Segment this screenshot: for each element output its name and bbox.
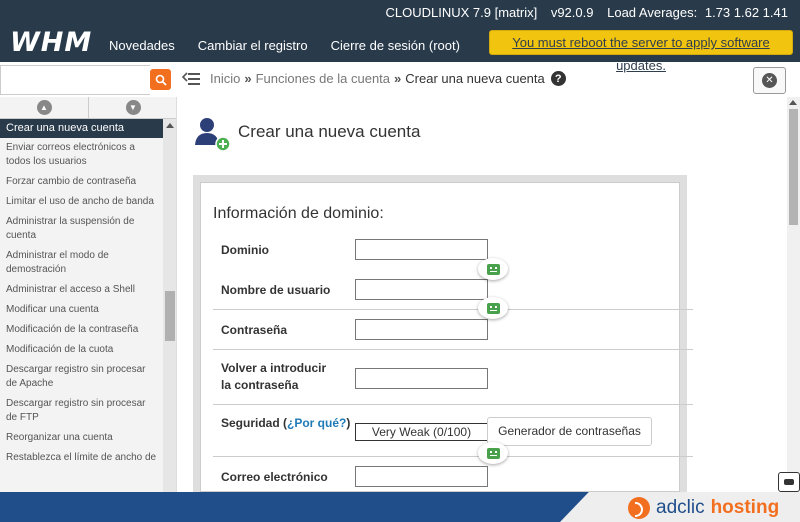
username-input[interactable] xyxy=(355,279,488,300)
label-domain: Dominio xyxy=(221,243,269,257)
row-domain: Dominio xyxy=(213,230,693,270)
sidebar-item-create-account[interactable]: Crear una nueva cuenta xyxy=(0,119,163,138)
autofill-badge[interactable] xyxy=(478,442,508,464)
sidebar-item-reset-bandwidth[interactable]: Restablezca el límite de ancho de xyxy=(0,448,163,468)
scroll-up-arrow-icon xyxy=(166,123,174,128)
top-bar: CLOUDLINUX 7.9 [matrix] v92.0.9 Load Ave… xyxy=(0,0,800,73)
help-icon[interactable]: ? xyxy=(550,71,566,86)
load-values: 1.73 1.62 1.41 xyxy=(704,5,788,20)
keeper-icon xyxy=(486,447,500,459)
chat-icon[interactable] xyxy=(778,472,800,492)
main-scrollbar[interactable] xyxy=(787,97,800,492)
label-retype-line1: Volver a introducir xyxy=(221,361,327,375)
chat-bubble-icon xyxy=(784,479,794,485)
arrow-down-icon: ▼ xyxy=(125,100,141,115)
add-user-icon xyxy=(195,118,231,152)
section-title: Información de dominio: xyxy=(213,205,384,222)
sidebar-item-suspension[interactable]: Administrar la suspensión de cuenta xyxy=(0,212,163,246)
retype-password-input[interactable] xyxy=(355,368,488,389)
keeper-icon xyxy=(486,302,500,314)
brand-icon xyxy=(628,497,650,519)
search-button[interactable] xyxy=(150,69,171,90)
label-retype-password: Volver a introducir la contraseña xyxy=(221,360,326,394)
cpanel-version: v92.0.9 xyxy=(550,5,594,20)
email-input[interactable] xyxy=(355,466,488,487)
os-version: CLOUDLINUX 7.9 [matrix] xyxy=(385,5,538,20)
sidebar-item-rearrange[interactable]: Reorganizar una cuenta xyxy=(0,428,163,448)
brand-name-h: hosting xyxy=(710,497,780,518)
security-close: ) xyxy=(346,416,351,430)
domain-input[interactable] xyxy=(355,239,488,260)
security-label: Seguridad ( xyxy=(221,416,288,430)
breadcrumb-section[interactable]: Funciones de la cuenta xyxy=(256,71,390,86)
label-password: Contraseña xyxy=(221,323,288,337)
breadcrumb: Inicio » Funciones de la cuenta » Crear … xyxy=(210,71,566,86)
keeper-icon xyxy=(486,263,500,275)
autofill-badge[interactable] xyxy=(478,297,508,319)
sidebar-item-password-change[interactable]: Modificación de la contraseña xyxy=(0,320,163,340)
nav-change-log[interactable]: Cambiar el registro xyxy=(198,38,308,53)
password-generator-button[interactable]: Generador de contraseñas xyxy=(487,417,652,446)
sidebar-item-shell-access[interactable]: Administrar el acceso a Shell xyxy=(0,280,163,300)
row-security: Seguridad (¿Por qué?) Very Weak (0/100) … xyxy=(213,405,693,457)
sidebar-item-modify-account[interactable]: Modificar una cuenta xyxy=(0,300,163,320)
close-button[interactable]: ✕ xyxy=(753,67,786,94)
sidebar-scrollbar[interactable] xyxy=(163,119,176,492)
sidebar-item-quota[interactable]: Modificación de la cuota xyxy=(0,340,163,360)
breadcrumb-separator: » xyxy=(394,71,402,86)
scroll-up-arrow-icon xyxy=(789,100,797,105)
top-nav: Novedades Cambiar el registro Cierre de … xyxy=(109,38,483,53)
label-username: Nombre de usuario xyxy=(221,283,331,297)
sidebar-item-email-all[interactable]: Enviar correos electrónicos a todos los … xyxy=(0,138,163,172)
domain-info-form: Información de dominio: Dominio Nombre d… xyxy=(200,182,693,492)
sidebar-scroll-thumb[interactable] xyxy=(165,291,175,341)
sidebar-item-ftp-log[interactable]: Descargar registro sin procesar de FTP xyxy=(0,394,163,428)
search-input[interactable] xyxy=(0,65,150,95)
search-bar xyxy=(0,65,172,95)
breadcrumb-home[interactable]: Inicio xyxy=(210,71,240,86)
close-icon: ✕ xyxy=(762,73,777,88)
row-username: Nombre de usuario xyxy=(213,270,693,310)
main-scroll-thumb[interactable] xyxy=(789,109,798,225)
brand-logo: adclic hosting xyxy=(628,495,779,521)
row-password: Contraseña xyxy=(213,310,693,350)
sidebar-scroll-down[interactable]: ▼ xyxy=(89,97,176,118)
sidebar-list: Crear una nueva cuenta Enviar correos el… xyxy=(0,119,163,468)
page-title: Crear una nueva cuenta xyxy=(238,122,421,141)
sidebar-item-limit-bandwidth[interactable]: Limitar el uso de ancho de banda xyxy=(0,192,163,212)
brand-name-a: adclic xyxy=(656,497,705,518)
password-input[interactable] xyxy=(355,319,488,340)
row-email: Correo electrónico xyxy=(213,457,693,497)
breadcrumb-separator: » xyxy=(244,71,252,86)
sidebar: ▲ ▼ Crear una nueva cuenta Enviar correo… xyxy=(0,97,177,492)
password-strength-meter: Very Weak (0/100) xyxy=(355,423,488,441)
row-retype-password: Volver a introducir la contraseña xyxy=(213,350,693,405)
sidebar-scroll-up[interactable]: ▲ xyxy=(0,97,89,118)
arrow-up-icon: ▲ xyxy=(36,100,52,115)
collapse-sidebar-icon[interactable] xyxy=(181,69,201,89)
nav-news[interactable]: Novedades xyxy=(109,38,175,53)
label-email: Correo electrónico xyxy=(221,470,328,484)
autofill-badge[interactable] xyxy=(478,258,508,280)
label-retype-line2: la contraseña xyxy=(221,378,299,392)
sidebar-item-demo-mode[interactable]: Administrar el modo de demostración xyxy=(0,246,163,280)
label-security: Seguridad (¿Por qué?) xyxy=(221,415,350,432)
why-link[interactable]: ¿Por qué? xyxy=(287,416,346,430)
load-label: Load Averages: xyxy=(607,5,698,20)
server-status: CLOUDLINUX 7.9 [matrix] v92.0.9 Load Ave… xyxy=(376,5,789,20)
sidebar-item-force-password[interactable]: Forzar cambio de contraseña xyxy=(0,172,163,192)
reboot-notice[interactable]: You must reboot the server to apply soft… xyxy=(489,30,793,73)
breadcrumb-current: Crear una nueva cuenta xyxy=(405,71,545,86)
sidebar-item-apache-log[interactable]: Descargar registro sin procesar de Apach… xyxy=(0,360,163,394)
whm-logo[interactable]: WHM xyxy=(10,27,92,58)
sidebar-arrows: ▲ ▼ xyxy=(0,97,176,119)
search-icon xyxy=(155,74,167,86)
nav-logout[interactable]: Cierre de sesión (root) xyxy=(331,38,460,53)
form-panel: Información de dominio: Dominio Nombre d… xyxy=(193,175,693,492)
